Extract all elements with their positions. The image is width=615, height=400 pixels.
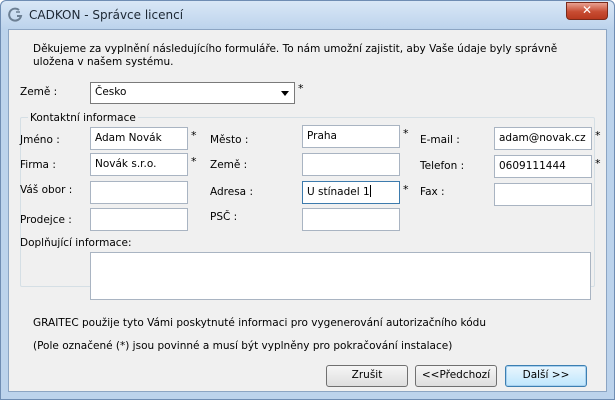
fax-label: Fax : xyxy=(420,186,445,198)
notice-required-fields: (Pole označené (*) jsou povinné a musí b… xyxy=(33,340,453,352)
country-select-value: Česko xyxy=(95,86,127,98)
required-mark: * xyxy=(191,155,197,168)
required-mark: * xyxy=(191,129,197,142)
window-title: CADKON - Správce licencí xyxy=(29,8,184,22)
fax-input[interactable] xyxy=(494,183,592,206)
email-input[interactable]: adam@novak.cz xyxy=(494,127,592,150)
required-mark: * xyxy=(403,183,409,196)
zip-input[interactable] xyxy=(302,208,400,231)
city-label: Město : xyxy=(210,134,249,146)
required-mark: * xyxy=(595,129,601,142)
country-select[interactable]: Česko xyxy=(90,82,295,104)
city-input[interactable]: Praha xyxy=(302,125,400,148)
required-mark: * xyxy=(595,157,601,170)
country2-input[interactable] xyxy=(302,153,400,176)
phone-input[interactable]: 0609111444 xyxy=(494,155,592,178)
phone-value: 0609111444 xyxy=(499,160,566,172)
additional-info-label: Doplňující informace: xyxy=(20,237,132,249)
field-of-work-input[interactable] xyxy=(90,181,188,204)
title-bar[interactable]: CADKON - Správce licencí ✕ xyxy=(1,1,614,29)
field-of-work-label: Váš obor : xyxy=(20,184,73,196)
dialog-client-area: Děkujeme za vyplnění následujícího formu… xyxy=(8,29,607,392)
country2-label: Země : xyxy=(210,159,248,171)
cancel-button[interactable]: Zrušit xyxy=(326,365,408,387)
notice-authorization: GRAITEC použije tyto Vámi poskytnuté inf… xyxy=(33,317,486,329)
close-button[interactable]: ✕ xyxy=(566,2,608,20)
additional-info-textarea[interactable] xyxy=(90,252,591,300)
contact-group-legend: Kontaktní informace xyxy=(28,112,138,124)
company-input[interactable]: Novák s.r.o. xyxy=(90,153,188,176)
license-manager-window: CADKON - Správce licencí ✕ Děkujeme za v… xyxy=(0,0,615,400)
seller-input[interactable] xyxy=(90,208,188,231)
email-label: E-mail : xyxy=(420,134,460,146)
intro-text: Děkujeme za vyplnění následujícího formu… xyxy=(33,43,558,68)
address-label: Adresa : xyxy=(210,186,253,198)
required-mark: * xyxy=(298,82,304,95)
seller-label: Prodejce : xyxy=(20,214,72,226)
name-value: Adam Novák xyxy=(95,132,162,144)
back-button[interactable]: <<Předchozí xyxy=(415,365,497,387)
close-icon: ✕ xyxy=(581,3,593,17)
country-label: Země : xyxy=(20,86,58,98)
email-value: adam@novak.cz xyxy=(499,132,586,144)
cadkon-app-icon xyxy=(8,7,23,22)
company-value: Novák s.r.o. xyxy=(95,158,157,170)
chevron-down-icon xyxy=(281,91,289,96)
name-input[interactable]: Adam Novák xyxy=(90,127,188,150)
next-button[interactable]: Další >> xyxy=(505,365,587,387)
address-value: U stínadel 1 xyxy=(307,186,370,198)
text-caret xyxy=(369,185,371,197)
address-input[interactable]: U stínadel 1 xyxy=(302,181,400,204)
company-label: Firma : xyxy=(20,159,56,171)
zip-label: PSČ : xyxy=(210,211,238,223)
required-mark: * xyxy=(403,127,409,140)
city-value: Praha xyxy=(307,130,337,142)
phone-label: Telefon : xyxy=(420,160,465,172)
name-label: Jméno : xyxy=(20,134,60,146)
